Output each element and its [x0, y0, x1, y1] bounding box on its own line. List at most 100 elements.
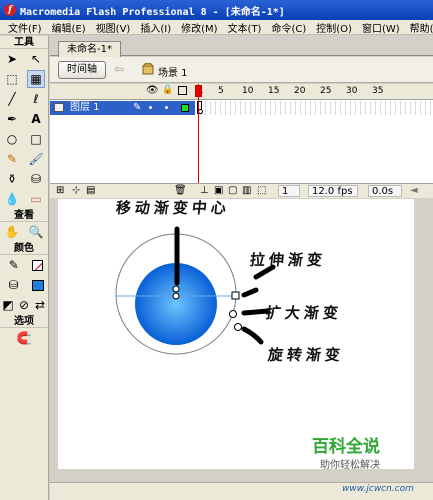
- frame-rate: 12.0 fps: [308, 185, 358, 197]
- edit-bar: 时间轴 ⇦ 场景 1: [50, 57, 433, 83]
- menu-help[interactable]: 帮助(H): [405, 20, 433, 35]
- menu-modify[interactable]: 修改(M): [176, 20, 222, 35]
- stage-drawing: [115, 226, 276, 355]
- ruler-tick: 10: [242, 86, 254, 96]
- add-guide-layer-icon[interactable]: ⊹: [72, 185, 80, 196]
- stage[interactable]: 移动渐变中心 拉伸渐变 扩大渐变 旋转渐变: [58, 199, 414, 469]
- playhead-line: [198, 84, 199, 198]
- black-white-icon[interactable]: ◩: [0, 296, 16, 314]
- lock-icon[interactable]: 🔒: [162, 85, 173, 95]
- edit-pencil-icon: ✎: [133, 102, 142, 113]
- back-arrow-icon[interactable]: ⇦: [114, 62, 124, 76]
- stroke-color-pencil-icon: ✎: [8, 258, 19, 272]
- layer-row[interactable]: 图层 1 ✎: [50, 101, 195, 115]
- ruler-tick: 35: [372, 86, 384, 96]
- ruler-tick: 5: [218, 86, 224, 96]
- tools-heading: 工具: [0, 36, 48, 49]
- stretch-handle: [231, 291, 240, 300]
- paint-bucket-tool-icon[interactable]: ⛁: [27, 170, 45, 188]
- layer-icon: [54, 103, 64, 112]
- insert-layer-icon[interactable]: ⊞: [56, 185, 64, 196]
- lasso-tool-icon[interactable]: ℓ: [27, 90, 45, 108]
- ruler-tick: 30: [346, 86, 358, 96]
- lock-dot[interactable]: [165, 106, 168, 109]
- hand-tool-icon[interactable]: ✋: [3, 223, 21, 241]
- onion-skin-icon[interactable]: ▣: [214, 185, 223, 196]
- watermark-brand: 百科全说: [312, 437, 380, 457]
- ruler-tick: 20: [294, 86, 306, 96]
- ruler-tick: 15: [268, 86, 280, 96]
- scene-label[interactable]: 场景 1: [158, 64, 188, 79]
- center-point-handle: [172, 285, 180, 293]
- focal-point-handle: [172, 292, 180, 300]
- watermark-url: www.jcwcn.com: [342, 484, 414, 494]
- pointer-expand: [241, 308, 271, 316]
- fill-color-bucket-icon: ⛁: [8, 278, 19, 292]
- edit-multiple-frames-icon[interactable]: ▥: [242, 185, 251, 196]
- onion-outline-icon[interactable]: ▢: [228, 185, 237, 196]
- menu-insert[interactable]: 插入(I): [135, 20, 176, 35]
- view-heading: 查看: [0, 209, 48, 222]
- no-color-icon[interactable]: ⊘: [16, 296, 32, 314]
- window-title: Macromedia Flash Professional 8 - [未命名-1…: [20, 6, 285, 18]
- selection-tool-icon[interactable]: ➤: [3, 50, 21, 68]
- current-frame: 1: [278, 185, 300, 197]
- pointer-rotate: [241, 326, 264, 345]
- eraser-tool-icon[interactable]: ▭: [27, 190, 45, 208]
- snap-to-objects-icon[interactable]: 🧲: [15, 329, 33, 347]
- modify-markers-icon[interactable]: ⬚: [257, 185, 266, 196]
- flash-logo-icon: f: [4, 4, 16, 16]
- menu-commands[interactable]: 命令(C): [266, 20, 311, 35]
- ruler-tick: 25: [320, 86, 332, 96]
- delete-layer-icon[interactable]: 🗑: [174, 185, 187, 196]
- elapsed-time: 0.0s: [368, 185, 402, 197]
- outline-icon[interactable]: [178, 86, 187, 95]
- menu-control[interactable]: 控制(O): [311, 20, 357, 35]
- fill-color-swatch[interactable]: [31, 279, 44, 291]
- eyedropper-tool-icon[interactable]: 💧: [3, 190, 21, 208]
- timeline-panel: 👁 🔒 1 5 10 15 20 25 30 35 图层 1 ✎: [50, 84, 433, 198]
- colors-heading: 颜色: [0, 242, 48, 255]
- pencil-tool-icon[interactable]: ✎: [3, 150, 21, 168]
- timeline-toggle-button[interactable]: 时间轴: [58, 61, 106, 79]
- oval-tool-icon[interactable]: ○: [3, 130, 21, 148]
- menu-window[interactable]: 窗口(W): [357, 20, 405, 35]
- menu-edit[interactable]: 编辑(E): [47, 20, 91, 35]
- frame-ruler[interactable]: 1 5 10 15 20 25 30 35: [196, 84, 433, 100]
- menu-text[interactable]: 文本(T): [223, 20, 267, 35]
- scroll-left-icon[interactable]: ◄: [410, 185, 418, 196]
- eye-icon[interactable]: 👁: [146, 85, 159, 96]
- menu-file[interactable]: 文件(F): [3, 20, 47, 35]
- layer-outline-color[interactable]: [181, 104, 189, 112]
- text-tool-icon[interactable]: A: [27, 110, 45, 128]
- annotation-rotate: 旋转渐变: [267, 346, 345, 364]
- subselection-tool-icon[interactable]: ↖: [27, 50, 45, 68]
- watermark-slogan: 助你轻松解决: [320, 460, 380, 471]
- title-bar: f Macromedia Flash Professional 8 - [未命名…: [0, 0, 433, 20]
- document-tab[interactable]: 未命名-1*: [58, 41, 121, 57]
- free-transform-tool-icon[interactable]: ⬚: [3, 70, 21, 88]
- pointer-stretch: [241, 287, 259, 298]
- swap-colors-icon[interactable]: ⇄: [32, 296, 48, 314]
- menu-view[interactable]: 视图(V): [91, 20, 136, 35]
- zoom-tool-icon[interactable]: 🔍: [27, 223, 45, 241]
- brush-tool-icon[interactable]: 🖌: [27, 150, 45, 168]
- gradient-transform-tool-icon[interactable]: ▦: [27, 70, 45, 88]
- visibility-dot[interactable]: [149, 106, 152, 109]
- insert-folder-icon[interactable]: ▤: [86, 185, 95, 196]
- layer-header: 👁 🔒: [50, 84, 195, 100]
- timeline-header: 👁 🔒 1 5 10 15 20 25 30 35: [50, 84, 433, 100]
- options-heading: 选项: [0, 315, 48, 328]
- frames-row[interactable]: [196, 101, 433, 115]
- pen-tool-icon[interactable]: ✒: [3, 110, 21, 128]
- rotation-handle: [234, 323, 242, 331]
- center-frame-icon[interactable]: ⊥: [200, 185, 209, 196]
- annotation-expand: 扩大渐变: [265, 304, 343, 322]
- line-tool-icon[interactable]: ╱: [3, 90, 21, 108]
- annotation-stretch: 拉伸渐变: [249, 251, 327, 269]
- ink-bottle-tool-icon[interactable]: ⚱: [3, 170, 21, 188]
- tools-panel: 工具 ➤ ↖ ⬚ ▦ ╱ ℓ ✒ A ○ □ ✎ 🖌 ⚱ ⛁ 💧 ▭ 查看 ✋ …: [0, 36, 49, 500]
- timeline-footer: ⊞ ⊹ ▤ 🗑 ⊥ ▣ ▢ ▥ ⬚ 1 12.0 fps 0.0s ◄: [50, 183, 433, 198]
- rectangle-tool-icon[interactable]: □: [27, 130, 45, 148]
- stroke-color-swatch[interactable]: [32, 259, 44, 271]
